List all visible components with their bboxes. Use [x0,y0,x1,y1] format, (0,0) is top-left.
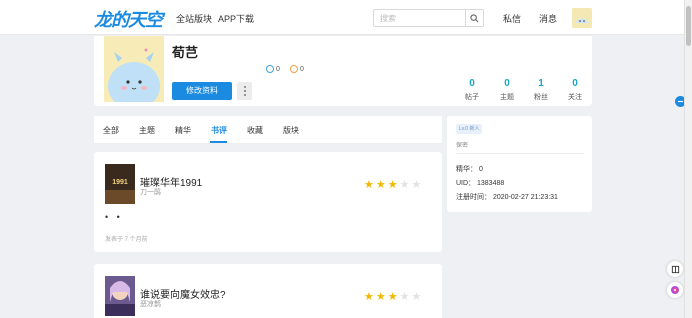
featured-count: 精华： 0 [456,166,483,173]
tab-topics[interactable]: 主题 [139,125,155,136]
tab-reviews[interactable]: 书评 [211,125,227,136]
star-icon: ★ [364,291,374,303]
user-info-panel: Lv.0 新人 保密 精华： 0 UID： 1383488 注册时间： 2020… [447,116,592,212]
star-icon: ★ [399,179,410,191]
coin-icon [266,65,274,73]
star-icon: ★ [387,179,398,191]
book-tool-button[interactable] [667,261,683,277]
rating-stars: ★ ★ ★ ★ ★ [364,180,421,191]
star-icon: ★ [411,291,422,303]
nav-notifications[interactable]: 消息 [539,12,557,25]
book-cover[interactable]: 1991 [105,164,135,204]
post-time: 发表于 7 个月前 [105,237,148,243]
nav-app-download[interactable]: APP下载 [218,12,254,25]
coin-stat-2: 0 [290,65,304,73]
book-author[interactable]: 刀一鹃 [140,187,161,197]
search-icon [470,13,479,22]
gold-coin-value: 0 [300,65,304,73]
level-badge: Lv.0 新人 [456,124,483,134]
tab-boards[interactable]: 版块 [283,125,299,136]
edit-profile-button[interactable]: 修改资料 [172,82,232,100]
profile-avatar [104,36,164,102]
divider [456,153,584,154]
profile-username: 荀芑 [172,45,199,60]
user-uid: UID： 1383488 [456,180,505,187]
site-logo[interactable]: 龙的天空 [94,6,163,32]
stat-following[interactable]: 0 关注 [558,78,592,102]
stat-posts[interactable]: 0 帖子 [455,78,489,102]
register-time: 注册时间： 2020-02-27 21:23:31 [456,194,558,201]
scroll-thumb[interactable] [686,6,691,46]
stat-topics[interactable]: 0 主题 [490,78,524,102]
tab-favorites[interactable]: 收藏 [247,125,263,136]
nav-private-messages[interactable]: 私信 [503,12,521,25]
avatar-image [572,8,592,28]
tab-all[interactable]: 全部 [103,125,119,136]
coin-value: 0 [276,65,280,73]
book-icon [671,265,679,273]
star-icon: ★ [387,291,398,303]
nav-all-boards[interactable]: 全站版块 [176,12,212,25]
tab-featured[interactable]: 精华 [175,125,191,136]
more-options-button[interactable] [237,82,252,100]
colorful-app-icon [671,286,679,294]
coin-stat-1: 0 [266,65,280,73]
star-icon: ★ [411,179,422,191]
minus-icon [678,100,683,103]
app-tool-button[interactable] [667,282,683,298]
review-card[interactable]: 谁说要向魔女效忠? 恶凉鹊 ★ ★ ★ ★ ★ [94,264,442,318]
search-input[interactable] [374,10,466,26]
stat-followers[interactable]: 1 粉丝 [524,78,558,102]
top-navbar: 龙的天空 全站版块 APP下载 私信 消息 [0,0,692,35]
rating-stars: ★ ★ ★ ★ ★ [364,292,421,303]
active-tab-indicator [210,141,227,143]
profile-card: 荀芑 0 0 修改资料 0 帖子 0 主题 1 粉丝 0 关注 [94,36,592,106]
page-scrollbar[interactable] [684,0,692,318]
book-cover[interactable] [105,276,135,316]
header-avatar[interactable] [572,8,592,28]
star-icon: ★ [364,179,374,191]
star-icon: ★ [375,179,386,191]
star-icon: ★ [375,291,386,303]
profile-tabs: 全部 主题 精华 书评 收藏 版块 [94,116,442,144]
review-content: • • [105,212,123,222]
star-icon: ★ [399,291,410,303]
search-button[interactable] [465,10,483,26]
gender-label: 保密 [456,143,469,149]
gold-coin-icon [290,65,298,73]
more-dot-icon [243,86,246,88]
book-author[interactable]: 恶凉鹊 [140,299,161,309]
search-box [373,9,484,27]
cover-title: 1991 [112,179,128,186]
review-card[interactable]: 1991 璀璨华年1991 刀一鹃 ★ ★ ★ ★ ★ • • 发表于 7 个月… [94,152,442,252]
